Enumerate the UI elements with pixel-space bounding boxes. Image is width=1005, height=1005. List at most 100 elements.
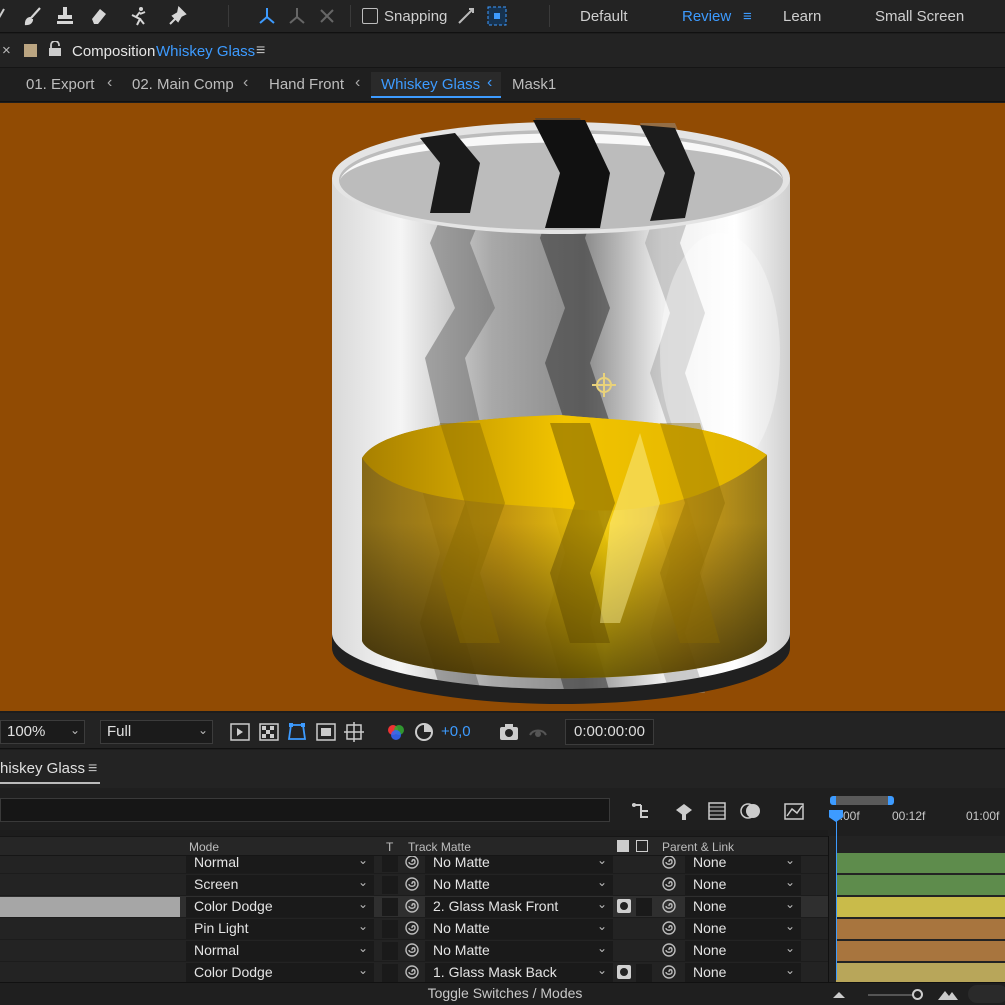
axis-local-icon[interactable] [254, 3, 280, 29]
layer-duration-bar[interactable] [836, 875, 1005, 895]
preserve-transparency-toggle[interactable] [382, 964, 398, 982]
composition-flowchart-icon[interactable] [629, 800, 651, 822]
preserve-transparency-toggle[interactable] [382, 942, 398, 960]
layer-duration-bar[interactable] [836, 853, 1005, 873]
show-snapshot-icon[interactable] [527, 721, 549, 743]
mask-visibility-icon[interactable] [286, 721, 308, 743]
matte-alpha-icon[interactable] [617, 965, 631, 979]
snapping-checkbox[interactable] [362, 8, 378, 24]
clone-stamp-icon[interactable] [52, 3, 78, 29]
layer-row[interactable]: Color Dodge ⌄ 1. Glass Mask Back ⌄ None ⌄ [0, 962, 828, 982]
breadcrumb-item[interactable]: Hand Front [269, 76, 344, 93]
layer-duration-bar[interactable] [836, 963, 1005, 983]
work-area-bar[interactable] [830, 796, 894, 805]
preserve-transparency-toggle[interactable] [382, 856, 398, 872]
workspace-review[interactable]: Review [682, 8, 731, 25]
transparency-grid-icon[interactable] [258, 721, 280, 743]
workspace-menu-icon[interactable]: ≡ [743, 8, 752, 25]
breadcrumb-item-active[interactable]: Whiskey Glass [381, 76, 480, 93]
parent-dropdown[interactable]: None ⌄ [685, 875, 801, 895]
brush-icon[interactable] [20, 3, 46, 29]
workspace-learn[interactable]: Learn [783, 8, 821, 25]
lock-icon[interactable] [48, 41, 62, 57]
pin-icon[interactable] [165, 3, 191, 29]
layer-row[interactable]: Normal ⌄ No Matte ⌄ None ⌄ [0, 856, 828, 874]
motion-blur-icon[interactable] [740, 800, 762, 822]
parent-pickwhip-icon[interactable] [661, 856, 677, 870]
reset-exposure-icon[interactable] [413, 721, 435, 743]
parent-pickwhip-icon[interactable] [661, 964, 677, 980]
track-matte-dropdown[interactable]: 2. Glass Mask Front ⌄ [425, 897, 613, 917]
column-t[interactable]: T [386, 840, 393, 854]
pickwhip-icon[interactable] [404, 898, 420, 914]
parent-pickwhip-icon[interactable] [661, 876, 677, 892]
preserve-transparency-toggle[interactable] [382, 898, 398, 916]
column-parent-link[interactable]: Parent & Link [662, 840, 734, 854]
graph-editor-icon[interactable] [783, 800, 805, 822]
exposure-value[interactable]: +0,0 [441, 723, 471, 740]
search-input[interactable] [0, 798, 610, 822]
pickwhip-icon[interactable] [404, 920, 420, 936]
snap-frame-icon[interactable] [484, 3, 510, 29]
resolution-dropdown[interactable]: Full ⌄ [100, 720, 213, 744]
zoom-dropdown[interactable]: 100% ⌄ [0, 720, 85, 744]
panel-menu-icon[interactable]: ≡ [256, 42, 265, 60]
zoom-in-icon[interactable] [937, 986, 959, 1002]
layer-duration-bar[interactable] [836, 941, 1005, 961]
matte-invert-toggle[interactable] [636, 898, 652, 916]
layer-duration-bar[interactable] [836, 897, 1005, 917]
region-of-interest-icon[interactable] [315, 721, 337, 743]
close-icon[interactable]: × [2, 42, 11, 59]
parent-dropdown[interactable]: None ⌄ [685, 963, 801, 982]
pickwhip-icon[interactable] [404, 964, 420, 980]
track-matte-dropdown[interactable]: 1. Glass Mask Back ⌄ [425, 963, 613, 982]
matte-invert-icon[interactable] [617, 840, 629, 852]
blend-mode-dropdown[interactable]: Normal ⌄ [186, 856, 374, 873]
parent-dropdown[interactable]: None ⌄ [685, 897, 801, 917]
breadcrumb-item[interactable]: 01. Export [26, 76, 94, 93]
blend-mode-dropdown[interactable]: Normal ⌄ [186, 941, 374, 961]
parent-pickwhip-icon[interactable] [661, 920, 677, 936]
workspace-small-screen[interactable]: Small Screen [875, 8, 964, 25]
pickwhip-icon[interactable] [404, 942, 420, 958]
matte-invert-toggle[interactable] [636, 964, 652, 982]
parent-dropdown[interactable]: None ⌄ [685, 941, 801, 961]
blend-mode-dropdown[interactable]: Pin Light ⌄ [186, 919, 374, 939]
workspace-default[interactable]: Default [580, 8, 628, 25]
current-time-display[interactable]: 0:00:00:00 [565, 719, 654, 745]
axis-view-icon[interactable] [314, 3, 340, 29]
blend-mode-dropdown[interactable]: Color Dodge ⌄ [186, 897, 374, 917]
tool-edge-icon[interactable] [0, 3, 16, 29]
blend-mode-dropdown[interactable]: Screen ⌄ [186, 875, 374, 895]
layer-row[interactable]: Pin Light ⌄ No Matte ⌄ None ⌄ [0, 918, 828, 940]
column-mode[interactable]: Mode [189, 840, 219, 854]
axis-world-icon[interactable] [284, 3, 310, 29]
fast-previews-icon[interactable] [229, 721, 251, 743]
matte-style-icon[interactable] [636, 840, 648, 852]
frame-blending-icon[interactable] [706, 800, 728, 822]
layer-duration-bar[interactable] [836, 919, 1005, 939]
matte-alpha-icon[interactable] [617, 899, 631, 913]
layer-name-selected[interactable] [0, 897, 180, 917]
label-color-swatch[interactable] [24, 44, 37, 57]
breadcrumb-item[interactable]: 02. Main Comp [132, 76, 234, 93]
breadcrumb-item[interactable]: Mask1 [512, 76, 556, 93]
parent-dropdown[interactable]: None ⌄ [685, 856, 801, 873]
parent-pickwhip-icon[interactable] [661, 942, 677, 958]
column-track-matte[interactable]: Track Matte [408, 840, 471, 854]
preserve-transparency-toggle[interactable] [382, 876, 398, 894]
zoom-out-icon[interactable] [832, 988, 846, 1000]
eraser-icon[interactable] [85, 3, 111, 29]
pickwhip-icon[interactable] [404, 856, 420, 870]
blend-mode-dropdown[interactable]: Color Dodge ⌄ [186, 963, 374, 982]
track-matte-dropdown[interactable]: No Matte ⌄ [425, 941, 613, 961]
layer-row[interactable]: Screen ⌄ No Matte ⌄ None ⌄ [0, 874, 828, 896]
channel-rgb-icon[interactable] [385, 721, 407, 743]
puppet-icon[interactable] [126, 3, 152, 29]
timeline-scrollbar[interactable] [968, 985, 1005, 1003]
track-matte-dropdown[interactable]: No Matte ⌄ [425, 919, 613, 939]
preserve-transparency-toggle[interactable] [382, 920, 398, 938]
track-matte-dropdown[interactable]: No Matte ⌄ [425, 856, 613, 873]
composition-viewer[interactable] [0, 103, 1005, 711]
panel-menu-icon[interactable]: ≡ [88, 760, 97, 778]
